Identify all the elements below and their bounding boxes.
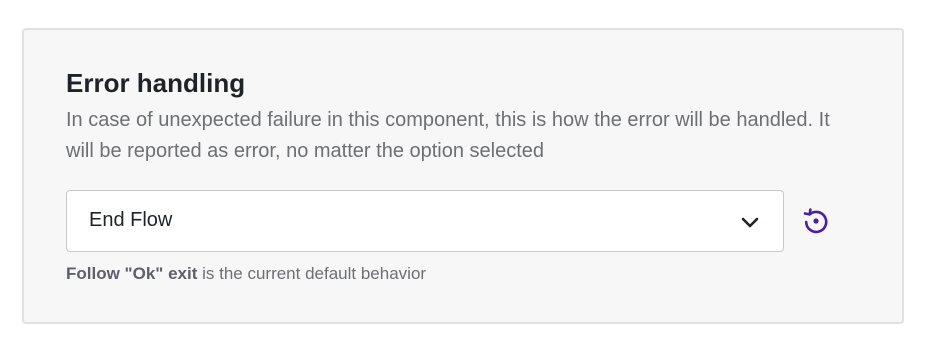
error-handling-panel: Error handling In case of unexpected fai… [22, 28, 904, 324]
section-description: In case of unexpected failure in this co… [66, 109, 830, 162]
default-behavior-suffix: is the current default behavior [197, 264, 427, 283]
default-behavior-hint: Follow "Ok" exit is the current default … [66, 262, 426, 286]
select-value: End Flow [89, 209, 173, 231]
default-option-name: Follow "Ok" exit [66, 264, 198, 283]
chevron-down-icon [741, 217, 759, 228]
reset-to-default-icon[interactable] [800, 205, 832, 237]
error-handling-select[interactable]: End Flow [66, 190, 784, 252]
section-title: Error handling [66, 68, 246, 98]
